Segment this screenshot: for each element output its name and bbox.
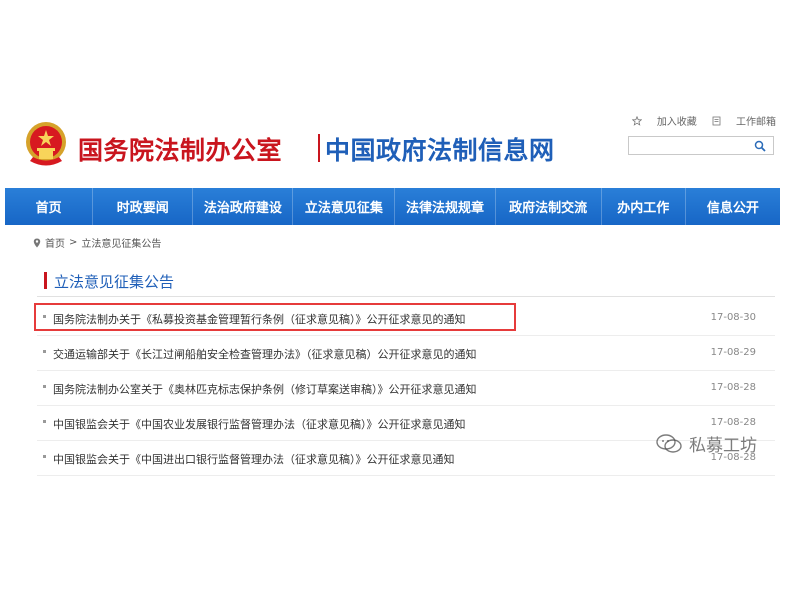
notice-date: 17-08-30: [710, 312, 756, 323]
national-emblem-icon: [22, 118, 70, 170]
notice-title[interactable]: 中国银监会关于《中国进出口银行监督管理办法（征求意见稿）》公开征求意见通知: [53, 451, 455, 467]
search-input[interactable]: [629, 137, 755, 154]
nav-item-home[interactable]: 首页: [5, 188, 94, 225]
notice-date: 17-08-28: [710, 382, 756, 393]
main-nav: 首页 时政要闻 法治政府建设 立法意见征集 法律法规规章 政府法制交流 办内工作…: [5, 188, 780, 225]
breadcrumb-home[interactable]: 首页: [45, 235, 65, 250]
email-link[interactable]: 工作邮箱: [712, 113, 776, 128]
star-icon: [631, 115, 642, 126]
section-marker: [44, 272, 47, 289]
highlighted-notice-box: [34, 303, 516, 331]
notice-title[interactable]: 交通运输部关于《长江过闸船舶安全检查管理办法》（征求意见稿）公开征求意见的通知: [53, 346, 477, 362]
notice-bullet: [43, 420, 46, 423]
top-links: 加入收藏 工作邮箱: [620, 113, 776, 129]
site-title-net: 中国政府法制信息网: [325, 136, 555, 165]
search-button[interactable]: [747, 137, 773, 154]
title-separator: [318, 134, 320, 162]
favorite-link[interactable]: 加入收藏: [631, 113, 697, 128]
nav-item-news[interactable]: 时政要闻: [93, 188, 194, 225]
search-box: [628, 136, 774, 155]
nav-item-legislation-feedback[interactable]: 立法意见征集: [293, 188, 396, 225]
breadcrumb: 首页 > 立法意见征集公告: [33, 235, 161, 250]
email-link-label: 工作邮箱: [736, 117, 776, 128]
nav-item-info-disclosure[interactable]: 信息公开: [686, 188, 780, 225]
screenshot-root: 国务院法制办公室 中国政府法制信息网 加入收藏 工作邮箱 首页 时政要闻 法治政…: [0, 0, 800, 600]
favorite-link-label: 加入收藏: [656, 117, 697, 128]
watermark: 私募工坊: [655, 431, 757, 456]
notice-date: 17-08-28: [710, 417, 756, 428]
notice-date: 17-08-29: [710, 347, 756, 358]
nav-item-rule-of-law[interactable]: 法治政府建设: [193, 188, 294, 225]
nav-item-laws[interactable]: 法律法规规章: [395, 188, 496, 225]
notice-bullet: [43, 455, 46, 458]
notice-row[interactable]: 交通运输部关于《长江过闸船舶安全检查管理办法》（征求意见稿）公开征求意见的通知 …: [37, 336, 775, 371]
search-icon: [754, 140, 766, 152]
breadcrumb-current: 立法意见征集公告: [81, 239, 162, 250]
watermark-text: 私募工坊: [689, 436, 757, 456]
nav-item-legal-exchange[interactable]: 政府法制交流: [496, 188, 602, 225]
section-title: 立法意见征集公告: [54, 273, 175, 291]
section-divider: [37, 296, 775, 297]
breadcrumb-separator: >: [69, 237, 78, 248]
notice-title[interactable]: 中国银监会关于《中国农业发展银行监督管理办法（征求意见稿）》公开征求意见通知: [53, 416, 466, 432]
wechat-icon: [656, 433, 682, 453]
notice-bullet: [43, 385, 46, 388]
notice-title[interactable]: 国务院法制办公室关于《奥林匹克标志保护条例（修订草案送审稿）》公开征求意见通知: [53, 381, 477, 397]
notice-bullet: [43, 350, 46, 353]
location-pin-icon: [33, 238, 41, 247]
site-title-gov: 国务院法制办公室: [78, 136, 283, 165]
notice-row[interactable]: 国务院法制办公室关于《奥林匹克标志保护条例（修订草案送审稿）》公开征求意见通知 …: [37, 371, 775, 406]
nav-item-office-work[interactable]: 办内工作: [602, 188, 686, 225]
document-icon: [712, 116, 721, 125]
